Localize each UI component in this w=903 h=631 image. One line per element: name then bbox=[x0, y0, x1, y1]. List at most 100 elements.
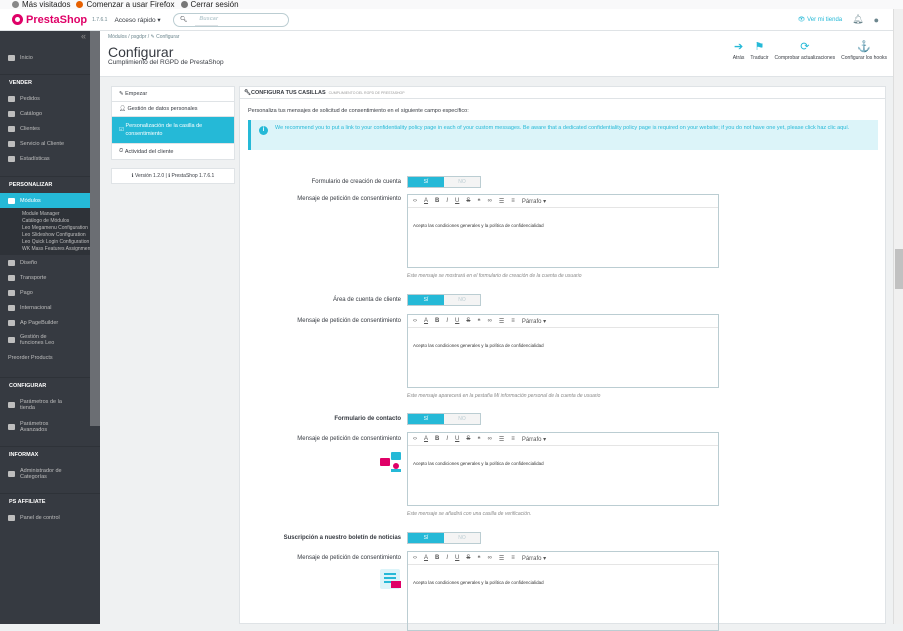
paragraph-select[interactable]: Párrafo ▾ bbox=[522, 555, 546, 562]
ordered-list-icon[interactable]: ≡ bbox=[511, 436, 515, 442]
submenu-wk-mass-features[interactable]: WK Mass Features Assignment bbox=[0, 246, 100, 252]
tab-customer-activity[interactable]: ⏲ Actividad del cliente bbox=[112, 144, 234, 159]
paragraph-select[interactable]: Párrafo ▾ bbox=[522, 318, 546, 325]
italic-icon[interactable]: I bbox=[446, 436, 448, 442]
italic-icon[interactable]: I bbox=[446, 555, 448, 561]
strikethrough-icon[interactable]: S bbox=[466, 436, 470, 442]
sidebar-scrollbar[interactable] bbox=[90, 31, 100, 426]
strikethrough-icon[interactable]: S bbox=[466, 555, 470, 561]
quote-icon[interactable]: ❝ bbox=[477, 318, 480, 325]
sidebar-item-catalog[interactable]: Catálogo bbox=[0, 106, 100, 121]
bookmark-most-visited[interactable]: Más visitados bbox=[12, 0, 70, 9]
paragraph-select[interactable]: Párrafo ▾ bbox=[522, 198, 546, 205]
toggle-no[interactable]: NO bbox=[444, 177, 480, 187]
sidebar-item-payment[interactable]: Pago bbox=[0, 285, 100, 300]
strikethrough-icon[interactable]: S bbox=[466, 198, 470, 204]
sidebar-item-customer-service[interactable]: Servicio al Cliente bbox=[0, 136, 100, 151]
sidebar-item-advanced-params[interactable]: Parámetros Avanzados bbox=[0, 416, 100, 438]
search-input[interactable]: 🔍︎ Buscar bbox=[172, 12, 289, 27]
sidebar-item-shipping[interactable]: Transporte bbox=[0, 270, 100, 285]
customer-area-toggle[interactable]: SÍ NO bbox=[407, 294, 481, 306]
link-icon[interactable]: ∞ bbox=[488, 555, 492, 561]
bookmark-logout[interactable]: Cerrar sesión bbox=[180, 0, 239, 9]
toggle-yes[interactable]: SÍ bbox=[408, 414, 444, 424]
italic-icon[interactable]: I bbox=[446, 198, 448, 204]
view-store-link[interactable]: 👁︎ Ver mi tienda bbox=[798, 16, 842, 23]
submenu-module-manager[interactable]: Module Manager bbox=[0, 211, 100, 217]
underline-icon[interactable]: U bbox=[455, 198, 459, 204]
sidebar-item-preorder[interactable]: Preorder Products bbox=[0, 350, 100, 365]
ordered-list-icon[interactable]: ≡ bbox=[511, 555, 515, 561]
submenu-module-catalog[interactable]: Catálogo de Módulos bbox=[0, 218, 100, 224]
code-icon[interactable]: ‹› bbox=[413, 555, 417, 561]
consent-editor[interactable]: ‹› A B I U S ❝ ∞ ☰ ≡ Párrafo ▾ Acepto las condicio… bbox=[407, 314, 719, 388]
toggle-yes[interactable]: SÍ bbox=[408, 177, 444, 187]
quote-icon[interactable]: ❝ bbox=[477, 436, 480, 443]
strikethrough-icon[interactable]: S bbox=[466, 318, 470, 324]
sidebar-item-leo-functions[interactable]: Gestión de funciones Leo bbox=[0, 330, 100, 350]
notifications-bell-icon[interactable]: 🔔︎ bbox=[852, 14, 863, 25]
translate-button[interactable]: ⚑ Traducir bbox=[750, 39, 768, 61]
check-updates-button[interactable]: ⟳ Comprobar actualizaciones bbox=[775, 39, 836, 61]
link-icon[interactable]: ∞ bbox=[488, 198, 492, 204]
sidebar-item-international[interactable]: Internacional bbox=[0, 300, 100, 315]
list-icon[interactable]: ☰ bbox=[499, 555, 504, 562]
quote-icon[interactable]: ❝ bbox=[477, 555, 480, 562]
underline-icon[interactable]: U bbox=[455, 555, 459, 561]
quote-icon[interactable]: ❝ bbox=[477, 198, 480, 205]
code-icon[interactable]: ‹› bbox=[413, 436, 417, 442]
list-icon[interactable]: ☰ bbox=[499, 436, 504, 443]
sidebar-item-modules[interactable]: Módulos bbox=[0, 193, 100, 208]
bold-icon[interactable]: B bbox=[435, 318, 439, 324]
scrollbar-thumb[interactable] bbox=[895, 249, 903, 289]
bookmark-firefox[interactable]: Comenzar a usar Firefox bbox=[76, 0, 175, 9]
submenu-leo-quick-login[interactable]: Leo Quick Login Configuration bbox=[0, 239, 100, 245]
sidebar-item-design[interactable]: Diseño bbox=[0, 255, 100, 270]
link-icon[interactable]: ∞ bbox=[488, 436, 492, 442]
list-icon[interactable]: ☰ bbox=[499, 318, 504, 325]
paragraph-select[interactable]: Párrafo ▾ bbox=[522, 436, 546, 443]
text-color-icon[interactable]: A bbox=[424, 436, 428, 442]
breadcrumb[interactable]: Módulos / psgdpr / ✎ Configurar bbox=[108, 34, 179, 40]
ordered-list-icon[interactable]: ≡ bbox=[511, 198, 515, 204]
bold-icon[interactable]: B bbox=[435, 555, 439, 561]
consent-editor[interactable]: ‹› A B I U S ❝ ∞ ☰ ≡ Párrafo ▾ Acepto las condicio… bbox=[407, 432, 719, 506]
toggle-yes[interactable]: SÍ bbox=[408, 533, 444, 543]
submenu-leo-slideshow[interactable]: Leo Slideshow Configuration bbox=[0, 232, 100, 238]
toggle-yes[interactable]: SÍ bbox=[408, 295, 444, 305]
account-creation-toggle[interactable]: SÍ NO bbox=[407, 176, 481, 188]
consent-editor[interactable]: ‹› A B I U S ❝ ∞ ☰ ≡ Párrafo ▾ Acepto las condicio… bbox=[407, 194, 719, 268]
italic-icon[interactable]: I bbox=[446, 318, 448, 324]
submenu-leo-megamenu[interactable]: Leo Megamenu Configuration bbox=[0, 225, 100, 231]
text-color-icon[interactable]: A bbox=[424, 555, 428, 561]
list-icon[interactable]: ☰ bbox=[499, 198, 504, 205]
text-color-icon[interactable]: A bbox=[424, 318, 428, 324]
page-scrollbar[interactable] bbox=[893, 9, 903, 624]
sidebar-item-category-admin[interactable]: Administrador de Categorías bbox=[0, 463, 100, 485]
sidebar-item-stats[interactable]: Estadísticas bbox=[0, 151, 100, 166]
newsletter-toggle[interactable]: SÍ NO bbox=[407, 532, 481, 544]
configure-hooks-button[interactable]: ⚓ Configurar los hooks bbox=[841, 39, 887, 61]
code-icon[interactable]: ‹› bbox=[413, 318, 417, 324]
text-color-icon[interactable]: A bbox=[424, 198, 428, 204]
tab-consent-checkbox[interactable]: ☑ Personalización de la casilla de conse… bbox=[112, 117, 234, 144]
sidebar-item-orders[interactable]: Pedidos bbox=[0, 91, 100, 106]
toggle-no[interactable]: NO bbox=[444, 533, 480, 543]
consent-editor[interactable]: ‹› A B I U S ❝ ∞ ☰ ≡ Párrafo ▾ Acepto las condicio… bbox=[407, 551, 719, 631]
toggle-no[interactable]: NO bbox=[444, 414, 480, 424]
code-icon[interactable]: ‹› bbox=[413, 198, 417, 204]
tab-getting-started[interactable]: ✎ Empezar bbox=[112, 87, 234, 102]
tab-personal-data[interactable]: 👤︎ Gestión de datos personales bbox=[112, 102, 234, 117]
collapse-sidebar-icon[interactable]: « bbox=[0, 31, 100, 45]
link-icon[interactable]: ∞ bbox=[488, 318, 492, 324]
sidebar-item-home[interactable]: Inicio bbox=[0, 45, 100, 70]
toggle-no[interactable]: NO bbox=[444, 295, 480, 305]
sidebar-item-ap-pagebuilder[interactable]: Ap PageBuilder bbox=[0, 315, 100, 330]
bold-icon[interactable]: B bbox=[435, 198, 439, 204]
sidebar-item-shop-params[interactable]: Parámetros de la tienda bbox=[0, 394, 100, 416]
ordered-list-icon[interactable]: ≡ bbox=[511, 318, 515, 324]
prestashop-logo[interactable]: PrestaShop 1.7.6.1 bbox=[12, 14, 107, 26]
sidebar-item-dashboard[interactable]: Panel de control bbox=[0, 510, 100, 525]
contact-form-toggle[interactable]: SÍ NO bbox=[407, 413, 481, 425]
underline-icon[interactable]: U bbox=[455, 436, 459, 442]
